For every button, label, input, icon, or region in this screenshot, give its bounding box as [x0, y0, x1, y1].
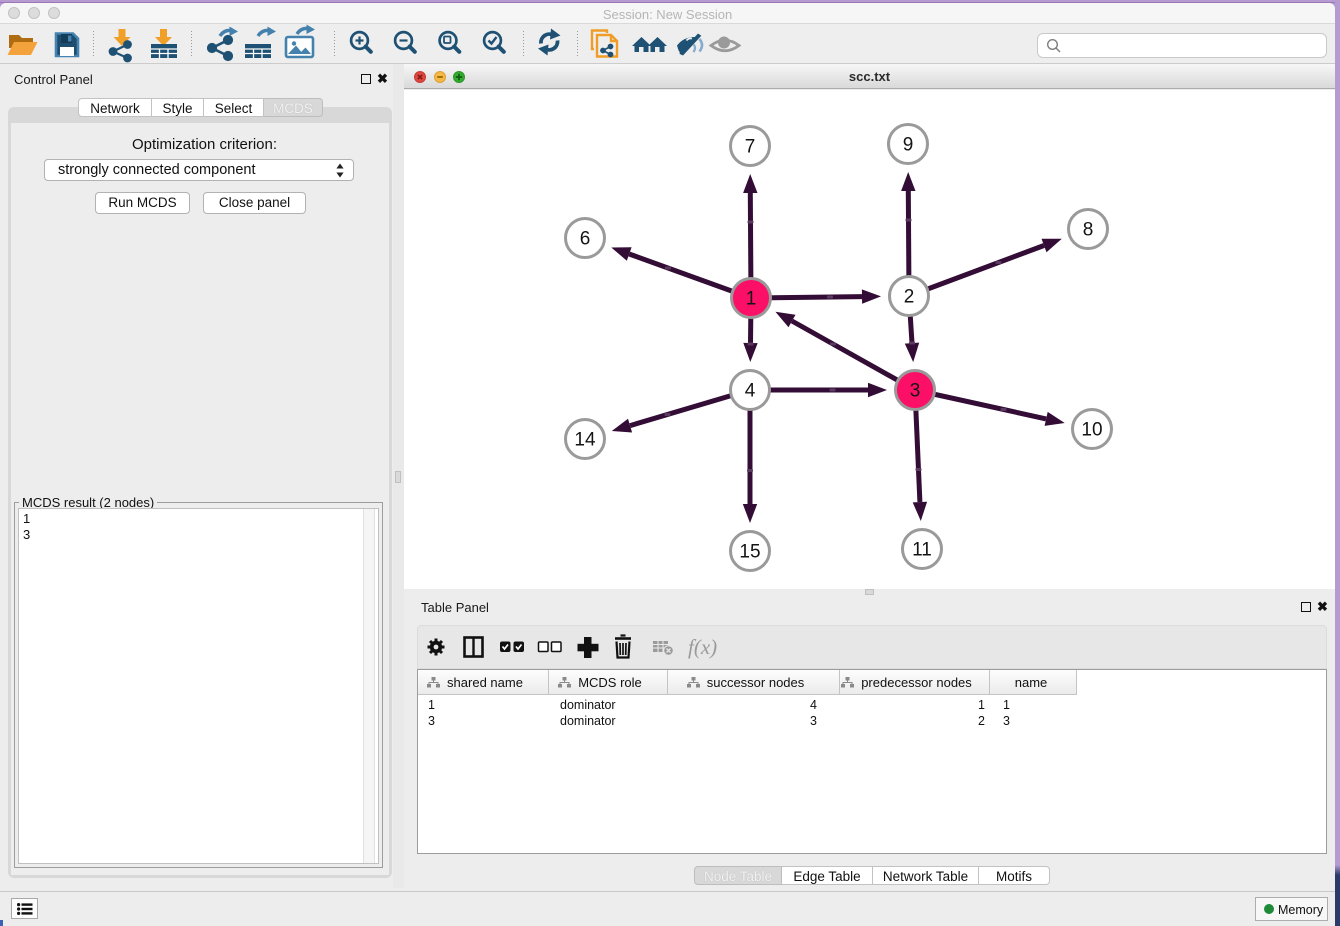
- svg-text:2: 2: [904, 287, 915, 308]
- svg-text:4: 4: [745, 381, 756, 402]
- svg-text:14: 14: [574, 430, 596, 451]
- svg-text:8: 8: [1083, 220, 1094, 241]
- svg-text:1: 1: [746, 289, 757, 310]
- svg-text:11: 11: [912, 540, 932, 561]
- svg-text:3: 3: [910, 381, 921, 402]
- svg-text:6: 6: [580, 229, 591, 250]
- svg-text:9: 9: [903, 135, 914, 156]
- svg-text:15: 15: [739, 542, 760, 563]
- svg-text:f(x): f(x): [688, 635, 717, 659]
- svg-text:7: 7: [745, 137, 756, 158]
- svg-text:10: 10: [1081, 420, 1102, 441]
